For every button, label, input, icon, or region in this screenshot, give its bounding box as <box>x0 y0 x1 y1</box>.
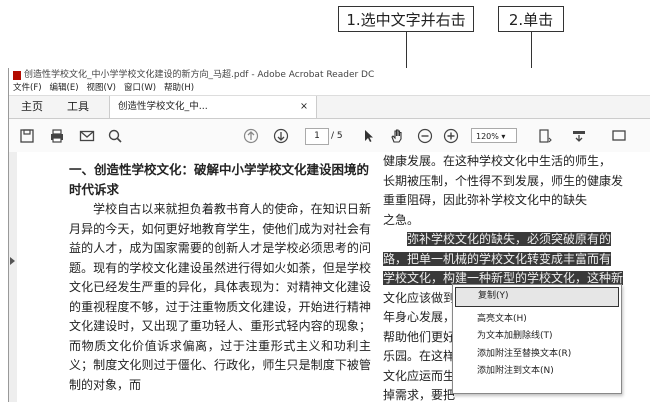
zoom-dropdown[interactable]: 120% ▾ <box>471 128 517 143</box>
menu-file[interactable]: 文件(F) <box>13 82 42 95</box>
selected-text[interactable]: 路，把单一机械的学校文化转变成丰富而有 <box>383 251 612 266</box>
selected-text[interactable]: 学校文化，构建一种新型的学校文化，这种新 <box>383 271 624 285</box>
zoom-in-icon[interactable] <box>441 126 461 146</box>
menu-help[interactable]: 帮助(H) <box>164 82 194 95</box>
nav-pane-toggle[interactable] <box>9 152 17 402</box>
selected-text[interactable]: 弥补学校文化的缺失，必须突破原有的 <box>407 232 612 246</box>
menu-item-add-note[interactable]: 添加附注到文本(N) <box>453 363 621 381</box>
text-line: 长期被压制，个性得不到发展，师生的健康发 <box>383 173 624 188</box>
toolbar: 1 / 5 120% ▾ <box>9 119 650 154</box>
tab-home[interactable]: 主页 <box>9 96 55 118</box>
email-icon[interactable] <box>77 126 97 146</box>
page-down-icon[interactable] <box>271 126 291 146</box>
body-paragraph: 学校自古以来就担负着教书育人的使命，在知识日新月异的今天，如何更好地教育学生，使… <box>69 202 371 392</box>
tab-document[interactable]: 创造性学校文化_中... × <box>109 96 317 118</box>
tray-icon[interactable] <box>569 126 589 146</box>
menu-item-strikethrough[interactable]: 为文本加删除线(T) <box>453 328 621 346</box>
save-icon[interactable] <box>17 126 37 146</box>
print-icon[interactable] <box>47 126 67 146</box>
selected-text-line[interactable]: 弥补学校文化的缺失，必须突破原有的 <box>383 230 650 250</box>
menu-item-copy[interactable]: 复制(Y) <box>455 287 619 307</box>
text-line: 重重阻碍，因此弥补学校文化中的缺失 <box>383 193 588 207</box>
window-title: 创造性学校文化_中小学学校文化建设的新方向_马超.pdf - Adobe Acr… <box>24 70 375 80</box>
zoom-out-icon[interactable] <box>415 126 435 146</box>
text-line: 之急。 <box>383 212 420 227</box>
page-left-column: 一、创造性学校文化：破解中小学学校文化建设困境的时代诉求 学校自古以来就担负着教… <box>69 152 371 395</box>
expand-arrow-icon <box>10 257 15 265</box>
menu-item-replace-note[interactable]: 添加附注至替换文本(R) <box>453 346 621 364</box>
select-cursor-icon[interactable] <box>359 126 379 146</box>
zoom-value: 120% <box>476 132 499 141</box>
menu-item-highlight[interactable]: 高亮文本(H) <box>453 311 621 329</box>
selected-text-line[interactable]: 路，把单一机械的学校文化转变成丰富而有 <box>383 250 650 270</box>
acrobat-icon <box>13 70 21 80</box>
tab-document-label: 创造性学校文化_中... <box>118 101 208 112</box>
title-bar: 创造性学校文化_中小学学校文化建设的新方向_马超.pdf - Adobe Acr… <box>9 68 650 82</box>
hand-tool-icon[interactable] <box>387 126 407 146</box>
tab-bar: 主页 工具 创造性学校文化_中... × <box>9 96 650 119</box>
menu-window[interactable]: 窗口(W) <box>124 82 156 95</box>
page-number-input[interactable]: 1 <box>305 128 329 145</box>
menu-bar: 文件(F) 编辑(E) 视图(V) 窗口(W) 帮助(H) <box>9 82 650 96</box>
menu-edit[interactable]: 编辑(E) <box>50 82 79 95</box>
comment-icon[interactable] <box>609 126 629 146</box>
menu-view[interactable]: 视图(V) <box>87 82 116 95</box>
page-total: / 5 <box>331 131 343 141</box>
search-icon[interactable] <box>105 126 125 146</box>
fit-page-icon[interactable] <box>535 126 555 146</box>
context-menu: 复制(Y) 高亮文本(H) 为文本加删除线(T) 添加附注至替换文本(R) 添加… <box>452 284 622 394</box>
tab-tools[interactable]: 工具 <box>55 96 101 118</box>
callout-click: 2.单击 <box>498 6 564 32</box>
page-up-icon[interactable] <box>241 126 261 146</box>
callout-select-text: 1.选中文字并右击 <box>338 6 474 32</box>
text-line: 健康发展。在这种学校文化中生活的师生， <box>383 154 612 168</box>
section-heading: 一、创造性学校文化：破解中小学学校文化建设困境的时代诉求 <box>69 162 370 197</box>
close-icon[interactable]: × <box>300 96 308 118</box>
